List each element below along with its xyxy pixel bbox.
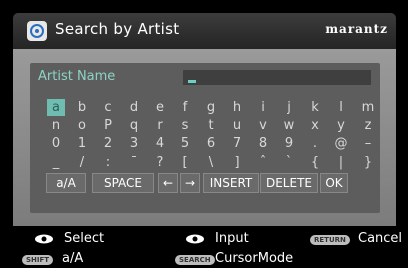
key-0-6[interactable]: g xyxy=(202,99,220,116)
key-1-11[interactable]: y xyxy=(332,117,350,134)
key-1-1[interactable]: o xyxy=(73,117,91,134)
page-title: Search by Artist xyxy=(55,20,180,38)
key-3-6[interactable]: \ xyxy=(202,154,220,171)
key-0-3[interactable]: d xyxy=(125,99,143,116)
input-button-icon xyxy=(186,234,204,244)
key-0-2[interactable]: c xyxy=(99,99,117,116)
key-3-3[interactable]: ¯ xyxy=(125,154,143,171)
keyboard-row-1: abcdefghijklm xyxy=(41,99,374,116)
key-2-10[interactable]: . xyxy=(306,135,324,152)
delete-button[interactable]: DELETE xyxy=(260,173,318,193)
key-3-8[interactable]: ˆ xyxy=(254,154,272,171)
cursor-mode-hint: CursorMode xyxy=(215,251,294,266)
select-hint: Select xyxy=(64,231,105,246)
cancel-hint: Cancel xyxy=(358,231,403,246)
input-panel: Artist Name abcdefghijklm noPqrstuvwxyz … xyxy=(13,49,396,226)
key-2-5[interactable]: 5 xyxy=(176,135,194,152)
key-3-9[interactable]: ` xyxy=(280,154,298,171)
key-3-4[interactable]: ? xyxy=(151,154,169,171)
key-2-1[interactable]: 1 xyxy=(73,135,91,152)
key-2-8[interactable]: 8 xyxy=(254,135,272,152)
text-cursor xyxy=(188,80,196,83)
artist-name-input[interactable] xyxy=(183,70,371,85)
search-artist-icon xyxy=(27,21,47,41)
screen-frame: Search by Artist marantz Artist Name abc… xyxy=(0,0,408,268)
key-3-2[interactable]: : xyxy=(99,154,117,171)
key-0-10[interactable]: k xyxy=(306,99,324,116)
return-badge: RETURN xyxy=(310,235,350,245)
key-1-4[interactable]: r xyxy=(151,117,169,134)
select-button-icon xyxy=(35,234,53,244)
key-0-12[interactable]: m xyxy=(359,99,377,116)
key-0-0[interactable]: a xyxy=(47,99,65,116)
ok-button[interactable]: OK xyxy=(320,173,348,193)
key-1-10[interactable]: x xyxy=(306,117,324,134)
artist-name-label: Artist Name xyxy=(38,69,116,84)
shift-hint: a/A xyxy=(62,251,84,266)
key-0-8[interactable]: i xyxy=(254,99,272,116)
key-2-7[interactable]: 7 xyxy=(228,135,246,152)
onscreen-keyboard: Artist Name abcdefghijklm noPqrstuvwxyz … xyxy=(30,63,380,213)
key-3-11[interactable]: | xyxy=(332,154,350,171)
key-0-7[interactable]: h xyxy=(228,99,246,116)
key-3-5[interactable]: [ xyxy=(176,154,194,171)
key-2-3[interactable]: 3 xyxy=(125,135,143,152)
key-2-2[interactable]: 2 xyxy=(99,135,117,152)
keyboard-row-4: _ /: ¯? [ \] ˆ ` { |} xyxy=(41,154,374,171)
key-3-0[interactable]: _ xyxy=(47,154,65,171)
key-0-4[interactable]: e xyxy=(151,99,169,116)
footer-hints: Select Input RETURN Cancel SHIFT a/A SEA… xyxy=(0,226,408,268)
key-1-5[interactable]: s xyxy=(176,117,194,134)
keyboard-row-3: 0 1 2 3 4 5 6 7 8 9. @ – xyxy=(41,135,374,152)
key-0-5[interactable]: f xyxy=(176,99,194,116)
key-2-0[interactable]: 0 xyxy=(47,135,65,152)
search-badge: SEARCH xyxy=(175,255,215,265)
key-0-9[interactable]: j xyxy=(280,99,298,116)
key-2-11[interactable]: @ xyxy=(332,135,350,152)
space-button[interactable]: SPACE xyxy=(92,173,154,193)
key-3-7[interactable]: ] xyxy=(228,154,246,171)
key-1-8[interactable]: v xyxy=(254,117,272,134)
key-1-2[interactable]: P xyxy=(99,117,117,134)
cursor-left-button[interactable]: ← xyxy=(158,173,178,193)
key-2-9[interactable]: 9 xyxy=(280,135,298,152)
key-1-12[interactable]: z xyxy=(359,117,377,134)
key-3-10[interactable]: { xyxy=(306,154,324,171)
key-3-1[interactable]: / xyxy=(73,154,91,171)
shift-badge: SHIFT xyxy=(22,255,54,265)
key-1-7[interactable]: u xyxy=(228,117,246,134)
keyboard-row-2: noPqrstuvwxyz xyxy=(41,117,374,134)
key-3-12[interactable]: } xyxy=(359,154,377,171)
key-0-11[interactable]: l xyxy=(332,99,350,116)
key-0-1[interactable]: b xyxy=(73,99,91,116)
key-1-6[interactable]: t xyxy=(202,117,220,134)
input-hint: Input xyxy=(215,231,249,246)
insert-button[interactable]: INSERT xyxy=(203,173,259,193)
key-1-9[interactable]: w xyxy=(280,117,298,134)
header-bar: Search by Artist marantz xyxy=(13,13,396,49)
case-toggle-button[interactable]: a/A xyxy=(46,173,86,193)
brand-logo: marantz xyxy=(325,22,388,36)
key-2-4[interactable]: 4 xyxy=(151,135,169,152)
key-2-6[interactable]: 6 xyxy=(202,135,220,152)
cursor-right-button[interactable]: → xyxy=(180,173,200,193)
key-2-12[interactable]: – xyxy=(359,135,377,152)
key-1-3[interactable]: q xyxy=(125,117,143,134)
key-1-0[interactable]: n xyxy=(47,117,65,134)
